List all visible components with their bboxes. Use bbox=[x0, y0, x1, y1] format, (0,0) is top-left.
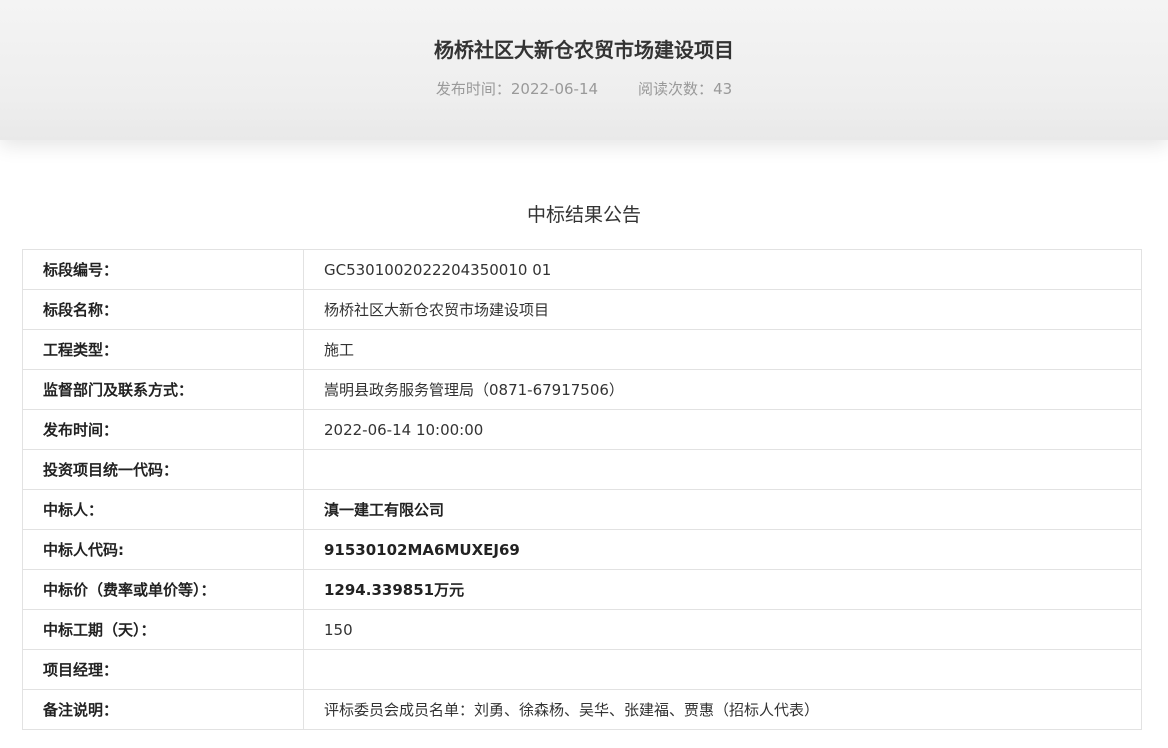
row-value bbox=[303, 649, 1142, 690]
page-title: 杨桥社区大新仓农贸市场建设项目 bbox=[434, 38, 734, 62]
row-label: 中标人： bbox=[22, 489, 304, 530]
bid-result-table: 标段编号： GC5301002022204350010 01 标段名称： 杨桥社… bbox=[22, 249, 1142, 730]
table-row: 标段名称： 杨桥社区大新仓农贸市场建设项目 bbox=[22, 289, 1142, 330]
table-row: 发布时间： 2022-06-14 10:00:00 bbox=[22, 409, 1142, 450]
table-row: 监督部门及联系方式： 嵩明县政务服务管理局（0871-67917506） bbox=[22, 369, 1142, 410]
view-count-value: 43 bbox=[713, 80, 733, 98]
notice-title: 中标结果公告 bbox=[526, 204, 641, 226]
row-value: 评标委员会成员名单：刘勇、徐森杨、吴华、张建福、贾惠（招标人代表） bbox=[303, 689, 1142, 730]
winning-bidder: 滇一建工有限公司 bbox=[303, 489, 1142, 530]
row-label: 工程类型： bbox=[22, 329, 304, 370]
table-row: 工程类型： 施工 bbox=[22, 329, 1142, 370]
publish-time-value: 2022-06-14 bbox=[510, 80, 599, 98]
row-value: 施工 bbox=[303, 329, 1142, 370]
table-row: 投资项目统一代码： bbox=[22, 449, 1142, 490]
view-count-label: 阅读次数： bbox=[638, 80, 714, 98]
row-label: 发布时间： bbox=[22, 409, 304, 450]
row-value: 嵩明县政务服务管理局（0871-67917506） bbox=[303, 369, 1142, 410]
table-row: 中标价（费率或单价等）： 1294.339851万元 bbox=[22, 569, 1142, 610]
meta-row: 发布时间：2022-06-14 阅读次数：43 bbox=[0, 76, 1168, 102]
row-value bbox=[303, 449, 1142, 490]
row-value: 杨桥社区大新仓农贸市场建设项目 bbox=[303, 289, 1142, 330]
row-label: 中标人代码: bbox=[22, 529, 304, 570]
table-row: 中标人： 滇一建工有限公司 bbox=[22, 489, 1142, 530]
row-label: 项目经理： bbox=[22, 649, 304, 690]
table-row: 中标工期（天）： 150 bbox=[22, 609, 1142, 650]
table-row: 备注说明： 评标委员会成员名单：刘勇、徐森杨、吴华、张建福、贾惠（招标人代表） bbox=[22, 689, 1142, 730]
row-value: 2022-06-14 10:00:00 bbox=[303, 409, 1142, 450]
row-value: 150 bbox=[303, 609, 1142, 650]
table-row: 标段编号： GC5301002022204350010 01 bbox=[22, 249, 1142, 290]
row-label: 投资项目统一代码： bbox=[22, 449, 304, 490]
publish-time: 发布时间：2022-06-14 bbox=[436, 76, 598, 102]
row-label: 备注说明： bbox=[22, 689, 304, 730]
table-row: 中标人代码: 91530102MA6MUXEJ69 bbox=[22, 529, 1142, 570]
table-row: 项目经理： bbox=[22, 649, 1142, 690]
row-label: 中标价（费率或单价等）： bbox=[22, 569, 304, 610]
winning-price: 1294.339851万元 bbox=[303, 569, 1142, 610]
row-value: GC5301002022204350010 01 bbox=[303, 249, 1142, 290]
header-banner: 杨桥社区大新仓农贸市场建设项目 发布时间：2022-06-14 阅读次数：43 bbox=[0, 0, 1168, 140]
row-label: 标段名称： bbox=[22, 289, 304, 330]
row-label: 标段编号： bbox=[22, 249, 304, 290]
row-label: 中标工期（天）： bbox=[22, 609, 304, 650]
winning-bidder-code: 91530102MA6MUXEJ69 bbox=[303, 529, 1142, 570]
row-label: 监督部门及联系方式： bbox=[22, 369, 304, 410]
publish-time-label: 发布时间： bbox=[435, 80, 511, 98]
view-count: 阅读次数：43 bbox=[638, 76, 732, 102]
